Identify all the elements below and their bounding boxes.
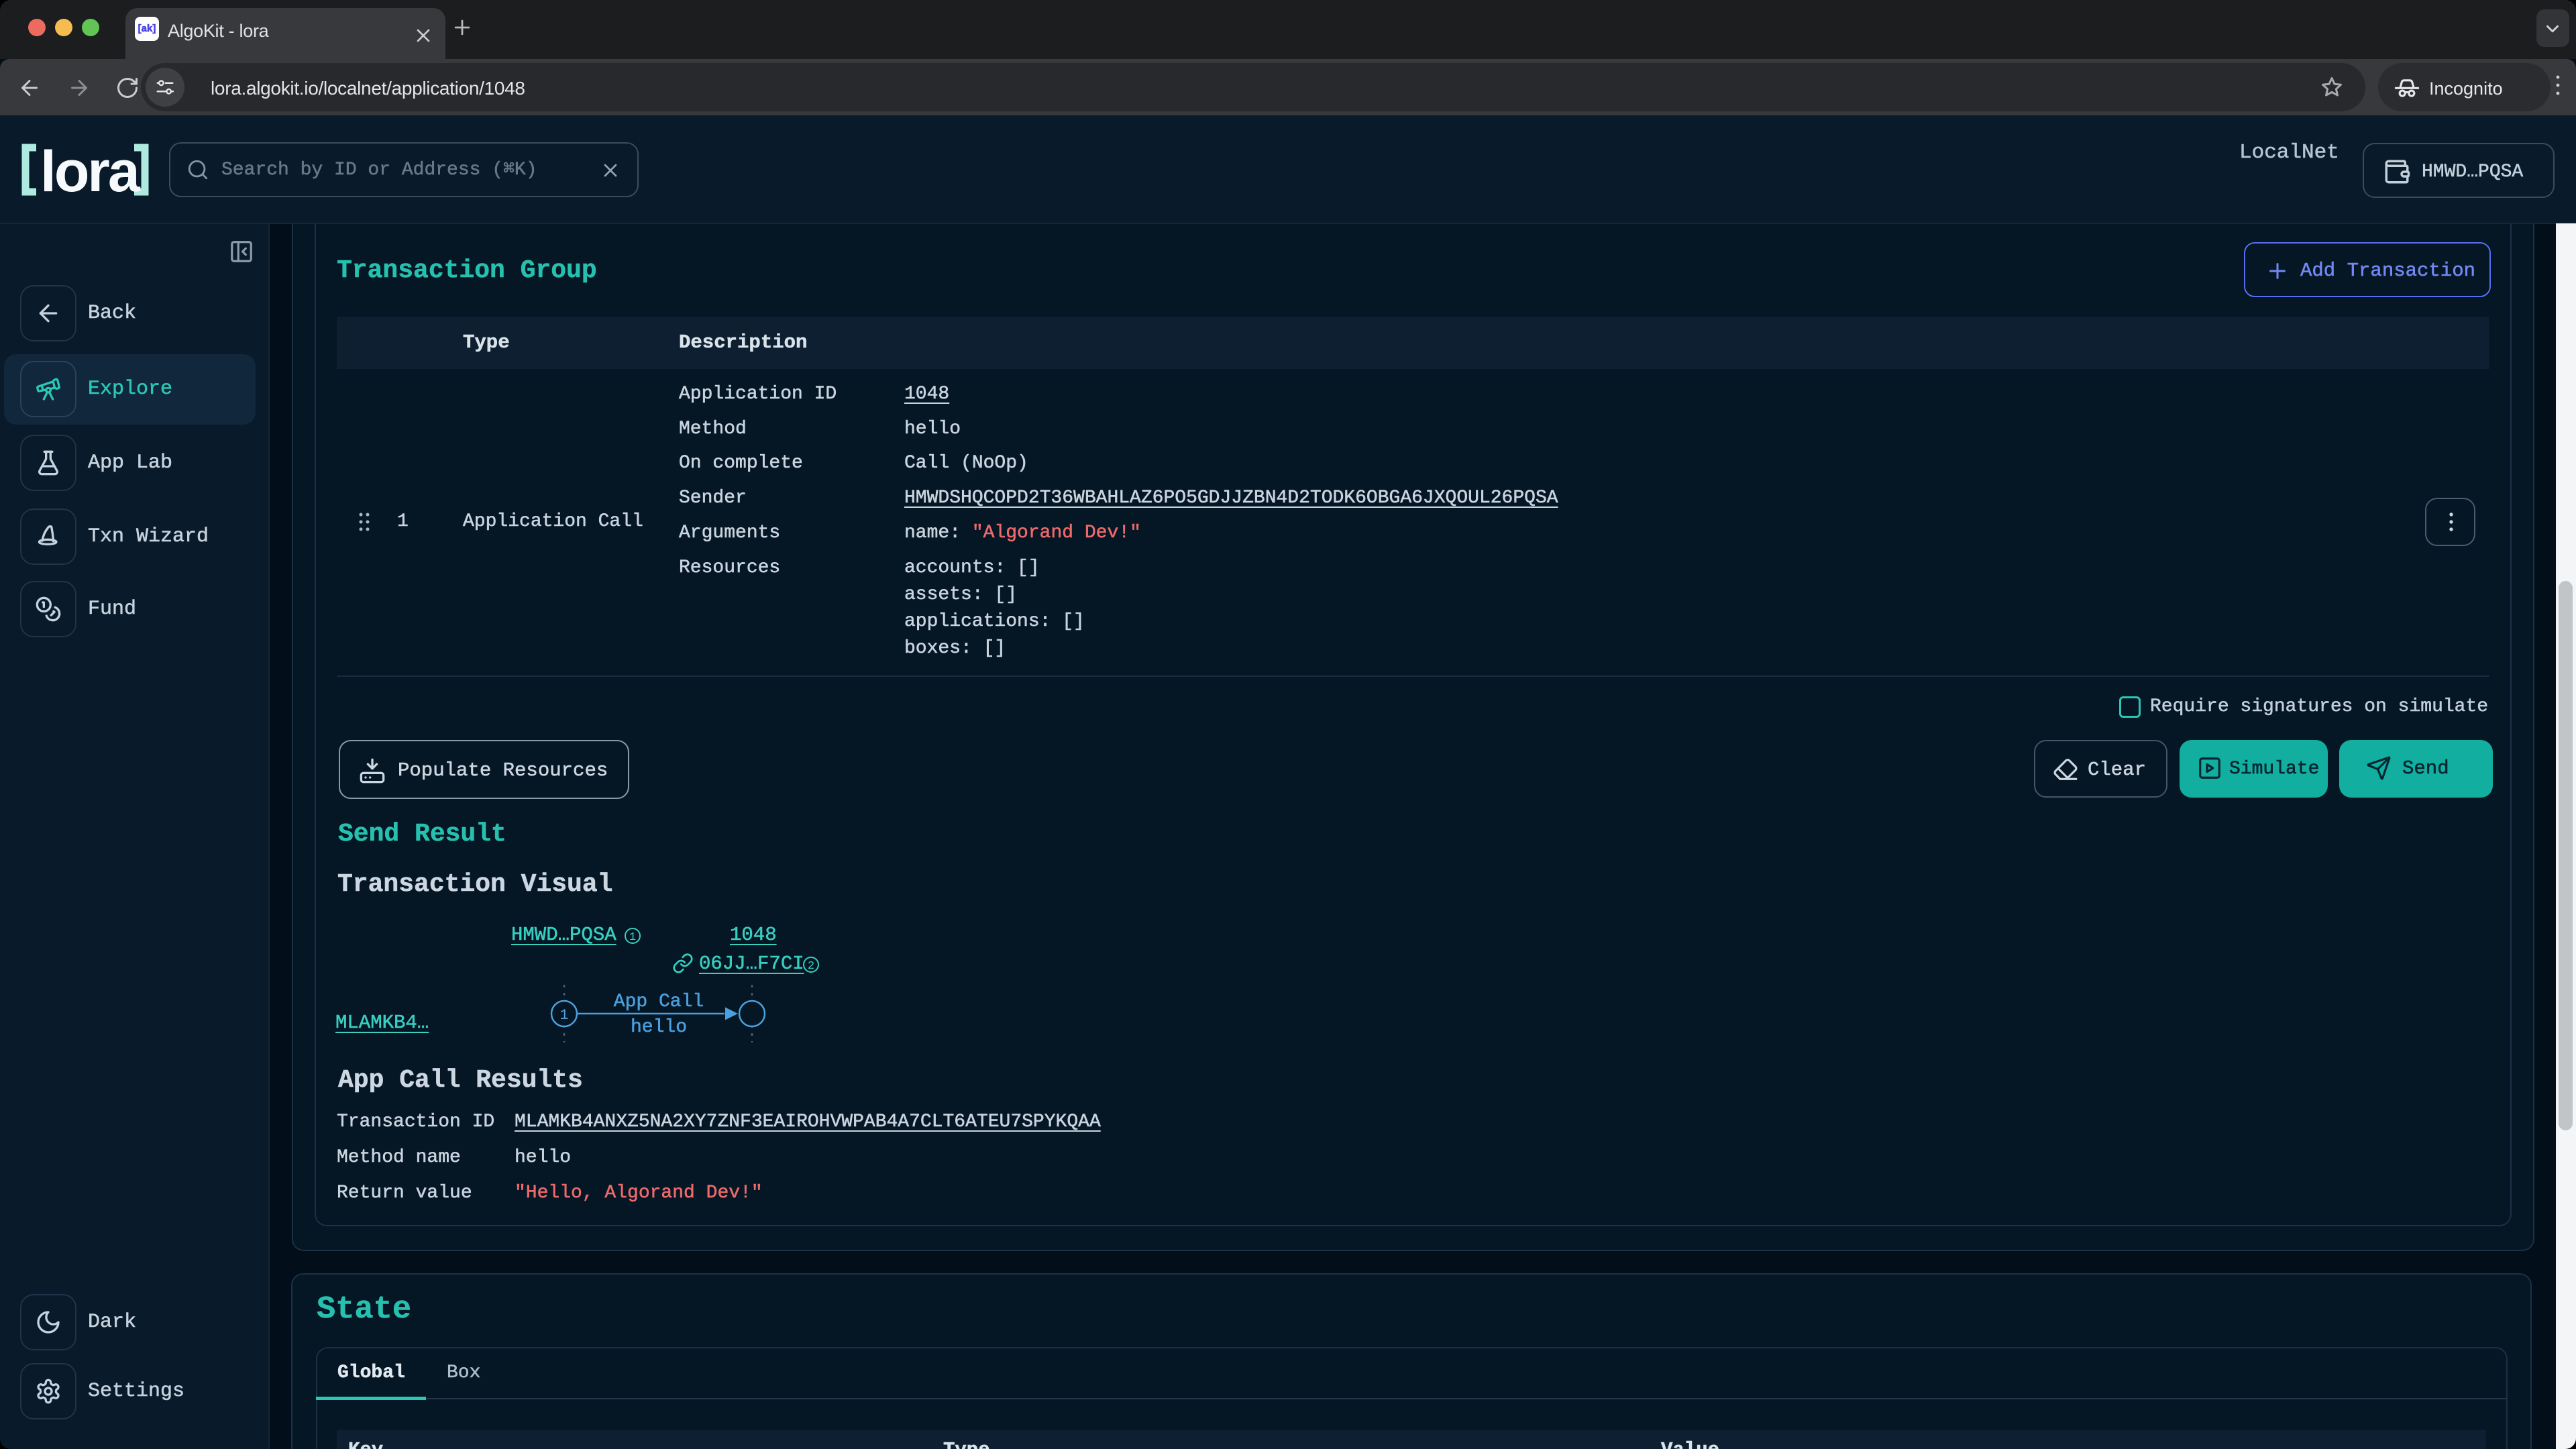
svg-text:2: 2: [808, 960, 814, 973]
svg-text:1: 1: [629, 931, 636, 944]
svg-text:lora: lora: [40, 142, 141, 197]
svg-text:1: 1: [559, 1007, 568, 1024]
